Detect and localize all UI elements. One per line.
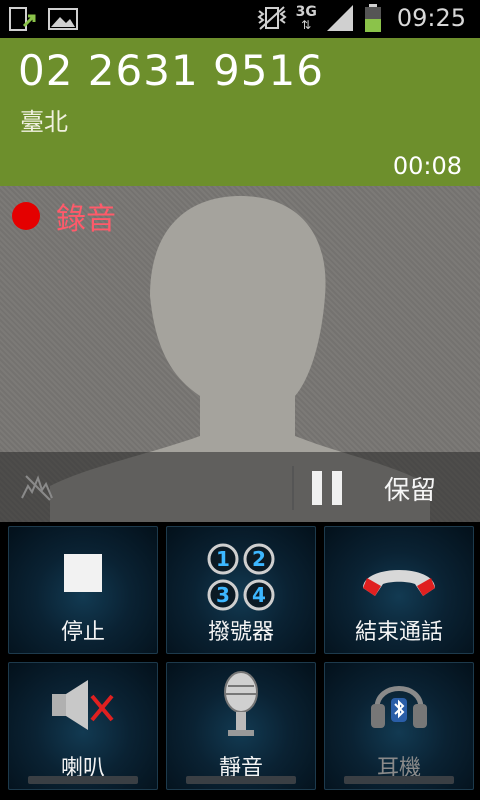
record-dot-icon: [12, 202, 40, 230]
status-bar: 3G ⇅ 09:25: [0, 0, 480, 38]
call-control-bar: 保留: [0, 452, 480, 522]
hold-label: 保留: [384, 475, 437, 506]
dialpad-icon: 12 34: [207, 543, 275, 611]
speaker-muted-icon: [52, 680, 114, 730]
recording-label: 錄音: [56, 202, 116, 237]
stop-button[interactable]: 停止: [8, 526, 158, 654]
network-type: 3G ⇅: [295, 4, 317, 32]
sim-arrow-icon: [9, 7, 36, 31]
end-call-icon: [363, 570, 435, 596]
caller-location: 臺北: [20, 108, 68, 136]
caller-photo-area: 錄音 保留: [0, 186, 480, 522]
mute-button[interactable]: 靜音: [166, 662, 316, 790]
clock: 09:25: [396, 4, 466, 32]
hold-button[interactable]: 保留: [312, 466, 472, 510]
stop-icon: [64, 554, 102, 592]
vibrate-icon: [256, 6, 287, 30]
speaker-state-bar: [28, 776, 138, 784]
stop-label: 停止: [60, 620, 105, 645]
call-duration: 00:08: [392, 152, 462, 180]
end-call-button[interactable]: 結束通話: [324, 526, 474, 654]
svg-text:4: 4: [252, 583, 266, 607]
signal-icon: [326, 5, 353, 31]
svg-text:2: 2: [252, 547, 266, 571]
caller-header: 02 2631 9516 臺北 00:08: [0, 38, 480, 186]
bluetooth-headset-icon: [371, 686, 427, 728]
battery-icon: [364, 4, 381, 32]
headset-button[interactable]: 耳機: [324, 662, 474, 790]
caller-number: 02 2631 9516: [18, 46, 324, 95]
dialpad-button[interactable]: 12 34 撥號器: [166, 526, 316, 654]
noise-reduction-icon[interactable]: [20, 472, 54, 502]
headset-state-bar: [344, 776, 454, 784]
speaker-button[interactable]: 喇叭: [8, 662, 158, 790]
microphone-icon: [224, 671, 258, 736]
end-call-label: 結束通話: [354, 620, 443, 645]
svg-text:1: 1: [216, 547, 230, 571]
dialpad-label: 撥號器: [207, 620, 274, 645]
recording-indicator[interactable]: 錄音: [12, 194, 116, 238]
svg-text:3: 3: [216, 583, 230, 607]
mute-state-bar: [186, 776, 296, 784]
call-actions-grid: 停止 12 34 撥號器 結束通話 喇叭 靜音 耳機: [0, 522, 480, 800]
pause-icon: [312, 471, 342, 505]
divider: [292, 466, 294, 510]
picture-icon: [48, 8, 78, 30]
